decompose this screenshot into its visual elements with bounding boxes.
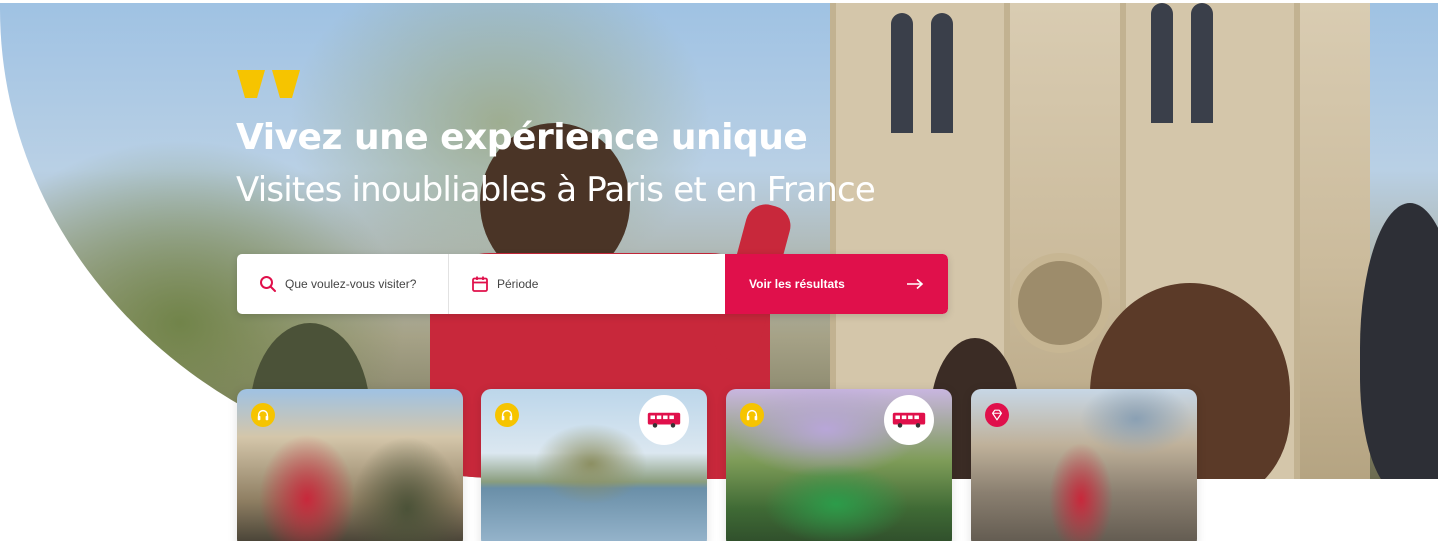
search-icon (259, 275, 277, 293)
rose-window (1010, 253, 1110, 353)
hero-subtitle: Visites inoubliables à Paris et en Franc… (236, 170, 876, 210)
hero-banner (0, 3, 1438, 479)
quote-icon (272, 70, 300, 98)
tour-card-louvre-bike[interactable] (971, 389, 1197, 541)
hero-title: Vivez une expérience unique (236, 117, 808, 158)
bus-icon (884, 395, 934, 445)
search-bar: Voir les résultats (237, 254, 948, 314)
bus-icon (639, 395, 689, 445)
tour-card-notre-dame[interactable] (237, 389, 463, 541)
period-input[interactable] (497, 277, 657, 291)
arrow-right-icon (906, 274, 924, 295)
diamond-icon (985, 403, 1009, 427)
see-results-label: Voir les résultats (749, 277, 845, 291)
headphones-icon (251, 403, 275, 427)
period-field[interactable] (449, 254, 725, 314)
tour-card-mont-saint-michel[interactable] (481, 389, 707, 541)
quote-icon (237, 70, 265, 98)
tour-card-giverny[interactable] (726, 389, 952, 541)
destination-field[interactable] (237, 254, 449, 314)
headphones-icon (740, 403, 764, 427)
destination-input[interactable] (285, 277, 445, 291)
calendar-icon (471, 275, 489, 293)
headphones-icon (495, 403, 519, 427)
see-results-button[interactable]: Voir les résultats (725, 254, 948, 314)
